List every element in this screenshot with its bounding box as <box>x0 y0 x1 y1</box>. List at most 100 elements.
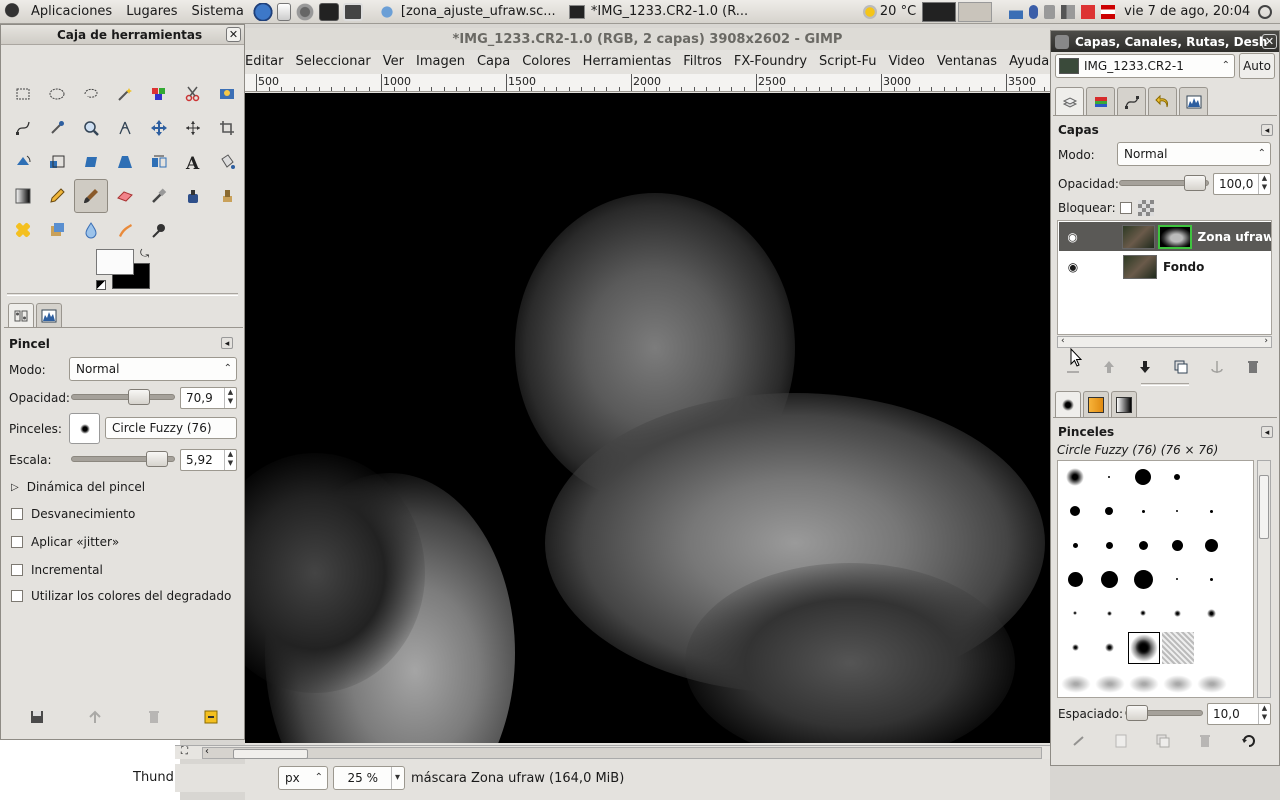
dock-titlebar[interactable]: Capas, Canales, Rutas, Desh ✕ <box>1051 31 1279 52</box>
terminal-launcher-icon[interactable] <box>318 2 339 21</box>
panel-menu-icon[interactable]: ◂ <box>1261 426 1273 438</box>
tab-histogram[interactable] <box>1179 87 1208 115</box>
brush-preview-button[interactable] <box>69 413 100 444</box>
tab-channels[interactable] <box>1086 87 1115 115</box>
menu-filtros[interactable]: Filtros <box>677 54 728 69</box>
image-window-titlebar[interactable]: *IMG_1233.CR2-1.0 (RGB, 2 capas) 3908x26… <box>245 28 1050 50</box>
tool-paintbrush[interactable] <box>74 179 108 213</box>
brush-thumbnail[interactable] <box>1141 509 1145 513</box>
network-signal-icon[interactable] <box>1009 4 1024 19</box>
tool-rotate[interactable] <box>6 145 40 179</box>
scroll-thumb[interactable] <box>1259 475 1269 539</box>
menu-ventanas[interactable]: Ventanas <box>931 54 1003 69</box>
refresh-brushes-icon[interactable] <box>1241 733 1257 749</box>
layer-opacity-slider[interactable] <box>1119 175 1209 191</box>
checkbox[interactable] <box>11 590 23 602</box>
tool-measure[interactable] <box>108 111 142 145</box>
close-icon[interactable]: ✕ <box>226 27 241 42</box>
brush-thumbnail[interactable] <box>1100 570 1118 588</box>
tool-align[interactable] <box>176 111 210 145</box>
tool-scissors[interactable] <box>176 77 210 111</box>
scale-slider-knob[interactable] <box>146 451 168 467</box>
text-editor-launcher-icon[interactable] <box>276 2 291 21</box>
brush-grid[interactable] <box>1057 460 1254 698</box>
checkbox[interactable] <box>11 564 23 576</box>
tool-eraser[interactable] <box>108 179 142 213</box>
workspace-1[interactable] <box>922 1 957 22</box>
tab-undo-history[interactable] <box>1148 87 1177 115</box>
tool-bucket-fill[interactable] <box>210 145 244 179</box>
brush-thumbnail[interactable] <box>1106 610 1112 616</box>
texture-brush-thumbnail[interactable] <box>1162 632 1194 664</box>
tool-ink[interactable] <box>176 179 210 213</box>
check-gradient-colors[interactable]: Utilizar los colores del degradado <box>11 589 231 603</box>
bluetooth-icon[interactable] <box>1029 4 1039 19</box>
keyboard-layout-icon[interactable] <box>1081 4 1096 19</box>
delete-layer-icon[interactable] <box>1245 359 1261 375</box>
navigate-icon[interactable]: ⛶ <box>181 746 188 757</box>
duplicate-layer-icon[interactable] <box>1173 359 1189 375</box>
weather-temp[interactable]: 20 °C <box>880 4 916 19</box>
opacity-slider[interactable] <box>71 389 175 405</box>
spin-arrows-icon[interactable]: ▲ ▼ <box>1258 704 1270 724</box>
layer-opacity-knob[interactable] <box>1184 175 1206 191</box>
tab-gradients[interactable] <box>1111 391 1137 417</box>
tool-blur[interactable] <box>74 213 108 247</box>
brush-thumbnail[interactable] <box>1176 578 1178 580</box>
eye-icon[interactable]: ◉ <box>1059 260 1087 274</box>
settings-launcher-icon[interactable] <box>294 2 315 21</box>
brush-thumbnail[interactable] <box>1171 539 1183 551</box>
volume-icon[interactable] <box>1061 4 1076 19</box>
menu-capa[interactable]: Capa <box>471 54 516 69</box>
menu-imagen[interactable]: Imagen <box>410 54 471 69</box>
tool-blend[interactable] <box>6 179 40 213</box>
brush-name-field[interactable]: Circle Fuzzy (76) <box>105 417 237 439</box>
checkbox[interactable] <box>11 536 23 548</box>
duplicate-brush-icon[interactable] <box>1155 733 1171 749</box>
check-fade[interactable]: Desvanecimiento <box>11 507 135 521</box>
tab-patterns[interactable] <box>1083 391 1109 417</box>
cloud-brush-thumbnail[interactable] <box>1095 675 1125 693</box>
tool-smudge[interactable] <box>108 213 142 247</box>
brush-thumbnail[interactable] <box>1174 474 1180 480</box>
cloud-brush-thumbnail[interactable] <box>1129 675 1159 693</box>
scroll-right-icon[interactable]: › <box>1264 336 1268 346</box>
scroll-trough[interactable]: ‹ <box>202 746 1042 759</box>
delete-options-icon[interactable] <box>146 709 162 725</box>
spacing-spinbox[interactable]: 10,0 ▲ ▼ <box>1207 703 1271 725</box>
layer-name[interactable]: Fondo <box>1163 260 1204 274</box>
opacity-spinbox[interactable]: 70,9 ▲ ▼ <box>180 387 237 409</box>
anchor-layer-icon[interactable] <box>1209 359 1225 375</box>
tool-perspective[interactable] <box>108 145 142 179</box>
tab-tool-options[interactable] <box>8 303 34 327</box>
brush-thumbnail[interactable] <box>1105 507 1113 515</box>
brush-thumbnail[interactable] <box>1133 569 1153 589</box>
tool-color-picker[interactable] <box>40 111 74 145</box>
foreground-color-swatch[interactable] <box>96 249 134 275</box>
menu-seleccionar[interactable]: Seleccionar <box>290 54 377 69</box>
tab-layers[interactable] <box>1055 87 1084 115</box>
mode-select[interactable]: Normal ⌃ <box>69 357 237 381</box>
horizontal-scrollbar[interactable]: ⛶ ‹ <box>175 745 1050 759</box>
workspace-2[interactable] <box>958 1 993 22</box>
brush-thumbnail[interactable] <box>1176 510 1178 512</box>
lock-pixels-checkbox[interactable] <box>1120 202 1132 214</box>
task-gimp-image[interactable]: *IMG_1233.CR2-1.0 (R... <box>563 1 753 23</box>
unit-select[interactable]: px ⌃ <box>278 766 328 790</box>
trash-applet-icon[interactable] <box>1044 4 1056 19</box>
lock-alpha-icon[interactable] <box>1138 200 1154 216</box>
image-canvas[interactable] <box>245 93 1050 743</box>
opacity-slider-knob[interactable] <box>128 389 150 405</box>
tool-paths[interactable] <box>6 111 40 145</box>
reset-options-icon[interactable] <box>203 709 219 725</box>
image-selector[interactable]: IMG_1233.CR2-1 ⌃ <box>1055 54 1235 78</box>
weather-icon[interactable] <box>862 4 877 19</box>
tool-crop[interactable] <box>210 111 244 145</box>
brush-thumbnail[interactable] <box>1070 506 1080 516</box>
tool-lasso[interactable] <box>74 77 108 111</box>
tool-rect-select[interactable] <box>6 77 40 111</box>
menu-herramientas[interactable]: Herramientas <box>577 54 678 69</box>
tool-clone[interactable] <box>210 179 244 213</box>
tab-brushes[interactable] <box>1055 391 1081 417</box>
brush-dynamics-expander[interactable]: ▷ Dinámica del pincel <box>11 480 145 494</box>
